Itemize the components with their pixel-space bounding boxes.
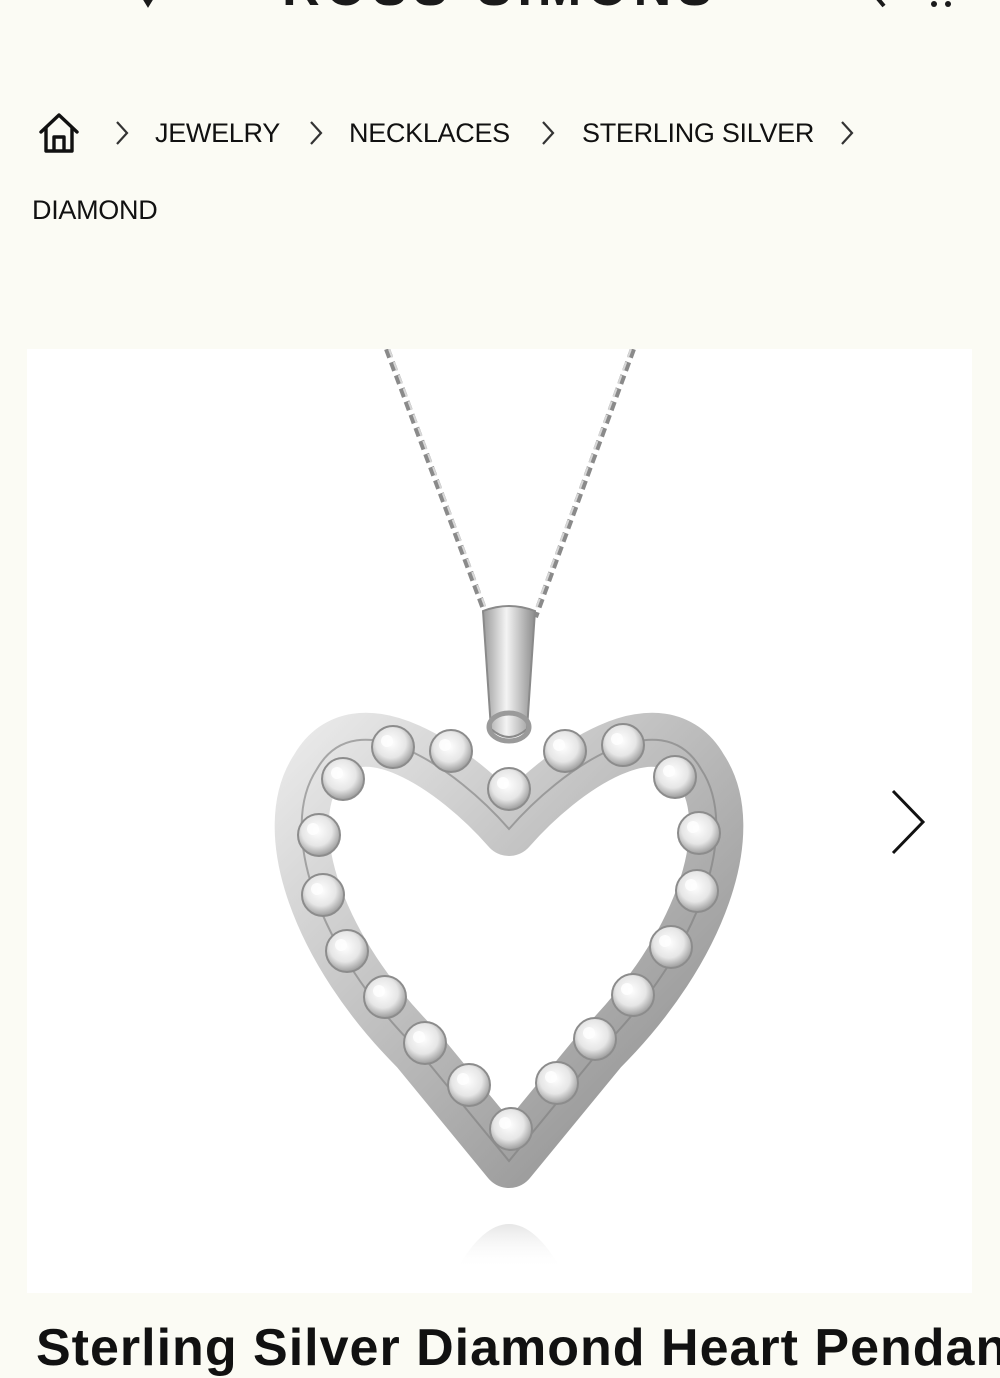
breadcrumb-item-diamond[interactable]: DIAMOND (32, 193, 158, 227)
product-image-gallery[interactable] (27, 349, 972, 1293)
chevron-right-icon (310, 121, 323, 145)
site-header: ROSS-SIMONS (0, 0, 1000, 40)
chevron-right-icon (116, 121, 129, 145)
chevron-right-icon (841, 121, 854, 145)
next-image-chevron-icon[interactable] (889, 787, 929, 857)
breadcrumb-item-sterling-silver[interactable]: STERLING SILVER (582, 116, 814, 150)
search-icon[interactable] (848, 0, 888, 10)
cart-icon[interactable] (922, 0, 962, 10)
chevron-right-icon (542, 121, 555, 145)
breadcrumb-item-necklaces[interactable]: NECKLACES (349, 116, 510, 150)
diamond-stones (297, 723, 721, 1151)
product-image[interactable] (27, 349, 972, 1293)
breadcrumb-item-jewelry[interactable]: JEWELRY (155, 116, 280, 150)
breadcrumb: JEWELRY NECKLACES STERLING SILVER DIAMON… (0, 100, 1000, 260)
product-title: Sterling Silver Diamond Heart Pendant (36, 1319, 1000, 1377)
home-icon[interactable] (36, 110, 82, 156)
